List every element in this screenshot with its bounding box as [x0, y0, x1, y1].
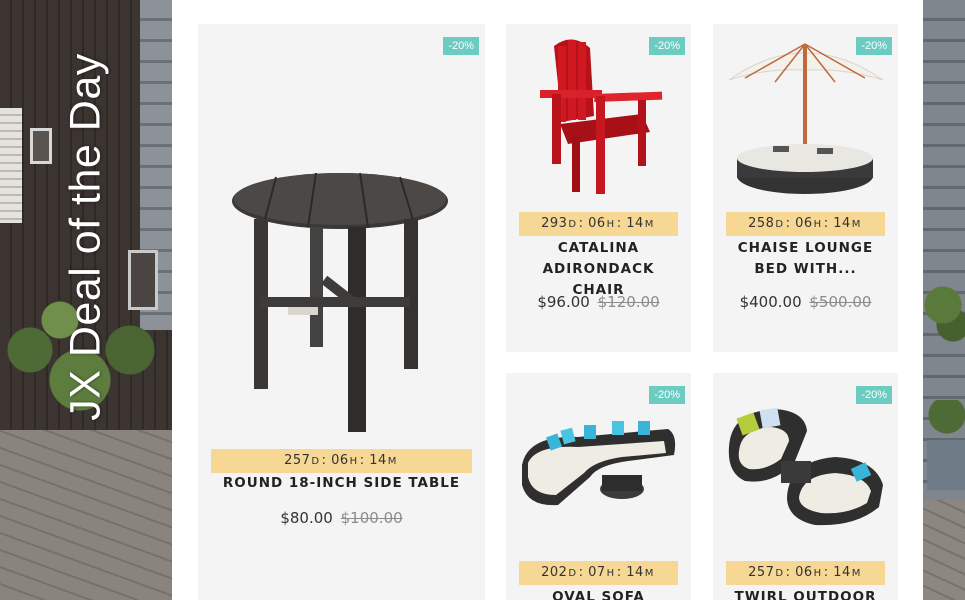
discount-badge: -20% [443, 37, 479, 55]
countdown-timer: 257D: 06H: 14M [726, 561, 885, 585]
product-card[interactable]: -20% 258D: 06H: 14M Chaise Lounge Bed Wi… [713, 24, 898, 352]
deals-panel: -20% 257D: 06H: 14M Roun [172, 0, 923, 600]
hours-unit: H [606, 568, 615, 579]
side-table-image[interactable] [228, 169, 453, 434]
minutes-unit: M [387, 456, 397, 467]
product-title[interactable]: Oval Sofa [506, 587, 691, 600]
countdown-timer: 202D: 07H: 14M [519, 561, 678, 585]
product-title[interactable]: Catalina Adirondack Chair [506, 238, 691, 301]
countdown-timer: 258D: 06H: 14M [726, 212, 885, 236]
price-row: $80.00 $100.00 [198, 509, 485, 527]
twirl-outdoor-image[interactable] [725, 401, 887, 529]
price-row: $400.00 $500.00 [713, 293, 898, 311]
countdown-days: 258 [748, 216, 775, 231]
countdown-hours: 06 [588, 216, 606, 231]
countdown-hours: 06 [331, 453, 349, 468]
price-old: $120.00 [597, 293, 660, 311]
countdown-timer: 257D: 06H: 14M [211, 449, 472, 473]
price-current: $80.00 [280, 509, 333, 527]
countdown-minutes: 14 [369, 453, 387, 468]
background-photo-right [923, 0, 965, 600]
countdown-minutes: 14 [833, 565, 851, 580]
section-heading: JX Deal of the Day [61, 53, 110, 421]
lantern [30, 128, 52, 164]
countdown-days: 202 [541, 565, 568, 580]
countdown-hours: 06 [795, 216, 813, 231]
price-old: $100.00 [340, 509, 403, 527]
product-title[interactable]: Round 18-Inch Side Table [198, 473, 485, 494]
lounge-bed-umbrella-image[interactable] [725, 38, 887, 198]
countdown-hours: 06 [795, 565, 813, 580]
countdown-timer: 293D: 06H: 14M [519, 212, 678, 236]
price-current: $96.00 [537, 293, 590, 311]
countdown-minutes: 14 [833, 216, 851, 231]
countdown-days: 257 [748, 565, 775, 580]
countdown-minutes: 14 [626, 565, 644, 580]
minutes-unit: M [851, 568, 861, 579]
countdown-days: 293 [541, 216, 568, 231]
countdown-days: 257 [284, 453, 311, 468]
product-card[interactable]: -20% 257D: 06H: 14M Roun [198, 24, 485, 600]
minutes-unit: M [851, 219, 861, 230]
days-unit: D [775, 219, 784, 230]
product-card[interactable]: -20% 257D: 06H: 14M Twirl Outdoor [713, 373, 898, 600]
garden-plants [923, 285, 965, 345]
price-row: $96.00 $120.00 [506, 293, 691, 311]
adirondack-chair-image[interactable] [532, 36, 667, 196]
days-unit: D [311, 456, 320, 467]
product-card[interactable]: -20% 293D: 06H: 14M CATALINA ADIRONDACK … [506, 24, 691, 352]
product-card[interactable]: -20% 202D: 07H: 14M Oval Sofa [506, 373, 691, 600]
window-shutter [0, 108, 22, 223]
product-title[interactable]: Chaise Lounge Bed With... [713, 238, 898, 280]
discount-badge: -20% [649, 386, 685, 404]
days-unit: D [568, 219, 577, 230]
paving-stones [923, 500, 965, 600]
days-unit: D [568, 568, 577, 579]
price-current: $400.00 [739, 293, 802, 311]
days-unit: D [775, 568, 784, 579]
minutes-unit: M [644, 219, 654, 230]
oval-sofa-image[interactable] [518, 415, 680, 515]
hours-unit: H [813, 568, 822, 579]
hours-unit: H [813, 219, 822, 230]
hours-unit: H [606, 219, 615, 230]
countdown-hours: 07 [588, 565, 606, 580]
planter-pot [927, 400, 965, 490]
price-old: $500.00 [809, 293, 872, 311]
countdown-minutes: 14 [626, 216, 644, 231]
product-title[interactable]: Twirl Outdoor [713, 587, 898, 600]
hours-unit: H [349, 456, 358, 467]
paving-stones [0, 430, 172, 600]
minutes-unit: M [644, 568, 654, 579]
